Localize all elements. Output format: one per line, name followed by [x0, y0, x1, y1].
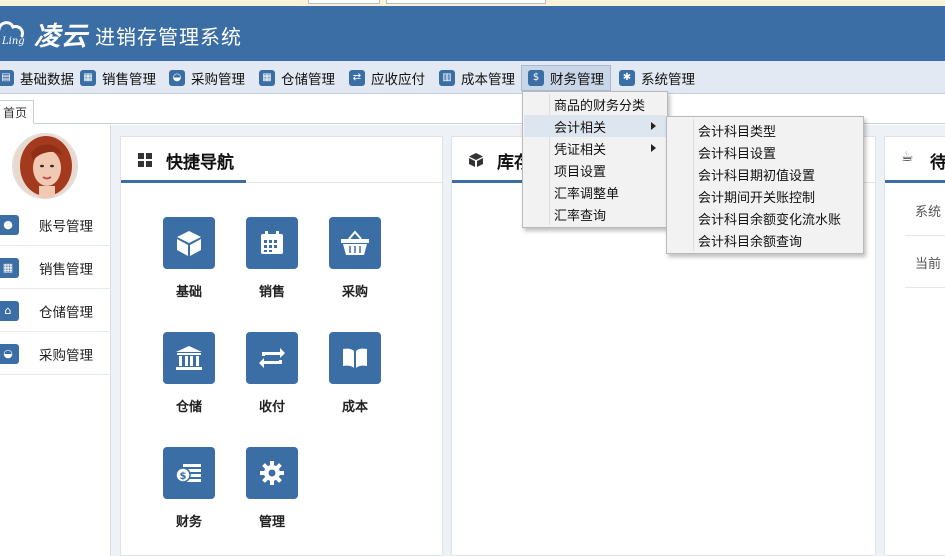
- menu-item-account-settings[interactable]: 会计科目设置: [668, 141, 862, 163]
- main-menu-bar: ▤ 基础数据 ▦ 销售管理 ◒ 采购管理 ▦ 仓储管理 ⇄ 应收应付 ▥ 成本管…: [0, 61, 945, 94]
- grid-icon: [138, 153, 152, 167]
- menu-item-basic-data[interactable]: ▤ 基础数据: [0, 65, 80, 91]
- todo-row: 系统: [915, 205, 942, 220]
- menu-item-period-control[interactable]: 会计期间开关账控制: [668, 185, 862, 207]
- user-icon: ●: [0, 214, 19, 235]
- menu-item-opening-balance[interactable]: 会计科目期初值设置: [668, 163, 862, 185]
- quick-tile-finance[interactable]: $: [163, 447, 215, 499]
- menu-item-balance-journal[interactable]: 会计科目余额变化流水账: [668, 207, 862, 229]
- quick-tile-label: 财务: [175, 515, 202, 530]
- quick-tile-sales[interactable]: [246, 217, 298, 269]
- menu-item-balance-query[interactable]: 会计科目余额查询: [668, 229, 862, 251]
- svg-text:$: $: [180, 471, 187, 482]
- calendar-icon: ▦: [0, 257, 19, 278]
- calendar-icon: ▦: [80, 70, 96, 86]
- submenu-arrow-icon: [651, 122, 656, 130]
- gear-icon: [260, 461, 284, 485]
- sidebar-item-sales[interactable]: ▦ 销售管理: [0, 247, 111, 289]
- avatar[interactable]: [12, 133, 78, 199]
- quick-tile-label: 仓储: [175, 400, 202, 415]
- quick-tile-cost[interactable]: [329, 332, 381, 384]
- gear-icon: ✱: [619, 70, 635, 86]
- menu-item-exchange-query[interactable]: 汇率查询: [524, 203, 666, 225]
- quick-nav-header: 快捷导航: [121, 137, 442, 183]
- quick-tile-label: 成本: [341, 400, 368, 415]
- menu-item-receivable-payable[interactable]: ⇄ 应收应付: [343, 65, 431, 91]
- menu-item-sales[interactable]: ▦ 销售管理: [74, 65, 162, 91]
- menu-item-goods-finance-category[interactable]: 商品的财务分类: [524, 93, 666, 115]
- quick-tile-basic[interactable]: [163, 217, 215, 269]
- quick-nav-panel: 快捷导航 基础 销售 采购 仓储 收付 成本 $ 财务 管理: [120, 136, 443, 556]
- database-icon: ▤: [0, 70, 14, 86]
- user-sidebar: ● 账号管理 ▦ 销售管理 ⌂ 仓储管理 ◒ 采购管理: [0, 125, 111, 556]
- menu-item-voucher[interactable]: 凭证相关: [524, 137, 666, 159]
- exchange-icon: [259, 348, 285, 368]
- header-underline: [121, 180, 246, 183]
- quick-nav-title: 快捷导航: [166, 153, 234, 173]
- cube-icon: [469, 153, 483, 167]
- todo-row: 当前: [915, 257, 942, 272]
- quick-tile-payments[interactable]: [246, 332, 298, 384]
- accounting-submenu: 会计科目类型 会计科目设置 会计科目期初值设置 会计期间开关账控制 会计科目余额…: [666, 116, 864, 254]
- sidebar-item-account[interactable]: ● 账号管理: [0, 204, 111, 246]
- book-icon: ▥: [439, 70, 455, 86]
- submenu-arrow-icon: [651, 144, 656, 152]
- bank-icon: ⌂: [0, 300, 19, 321]
- basket-icon: ◒: [0, 343, 19, 364]
- app-title: 进销存管理系统: [95, 25, 242, 49]
- money-icon: $: [175, 464, 201, 483]
- basket-icon: ◒: [169, 70, 185, 86]
- logo-small-text: Ling: [2, 36, 25, 47]
- app-header: Ling 凌云 进销存管理系统: [0, 6, 945, 61]
- quick-tile-label: 销售: [258, 285, 285, 300]
- sidebar-item-purchase[interactable]: ◒ 采购管理: [0, 333, 111, 375]
- quick-tile-warehouse[interactable]: [163, 332, 215, 384]
- menu-item-account-type[interactable]: 会计科目类型: [668, 119, 862, 141]
- cube-icon: [177, 231, 201, 256]
- coffee-icon: ☕: [901, 149, 914, 165]
- menu-item-finance[interactable]: $ 财务管理: [521, 65, 611, 91]
- finance-dropdown-menu: 商品的财务分类 会计相关 凭证相关 项目设置 汇率调整单 汇率查询: [522, 91, 668, 228]
- sidebar-item-warehouse[interactable]: ⌂ 仓储管理: [0, 290, 111, 332]
- todo-header: ☕ 待: [885, 137, 945, 183]
- quick-tile-purchase[interactable]: [329, 217, 381, 269]
- logo-brand: 凌云: [34, 22, 89, 52]
- exchange-icon: ⇄: [349, 70, 365, 86]
- quick-tile-label: 采购: [341, 285, 368, 300]
- avatar-portrait-icon: [13, 134, 77, 198]
- menu-item-warehouse[interactable]: ▦ 仓储管理: [253, 65, 341, 91]
- quick-tile-label: 管理: [258, 515, 285, 530]
- menu-item-project-settings[interactable]: 项目设置: [524, 159, 666, 181]
- browser-tab[interactable]: [386, 0, 546, 4]
- tab-home[interactable]: 首页: [0, 100, 34, 124]
- browser-tab[interactable]: [308, 0, 380, 4]
- menu-item-system[interactable]: ✱ 系统管理: [613, 65, 701, 91]
- basket-icon: [341, 230, 369, 255]
- book-icon: [343, 348, 367, 368]
- divider: [905, 235, 945, 236]
- menu-item-purchase[interactable]: ◒ 采购管理: [163, 65, 251, 91]
- money-icon: $: [528, 70, 544, 86]
- quick-tile-label: 收付: [258, 400, 285, 415]
- bank-icon: [176, 346, 202, 370]
- divider: [905, 287, 945, 288]
- quick-tile-label: 基础: [175, 285, 202, 300]
- calendar-icon: ▦: [259, 70, 275, 86]
- header-underline: [452, 180, 532, 183]
- menu-item-cost[interactable]: ▥ 成本管理: [433, 65, 521, 91]
- header-underline: [885, 180, 945, 183]
- todo-title: 待: [930, 153, 945, 173]
- menu-item-exchange-adjust[interactable]: 汇率调整单: [524, 181, 666, 203]
- menu-item-accounting[interactable]: 会计相关: [524, 115, 666, 137]
- todo-panel: ☕ 待 系统 当前: [884, 136, 945, 556]
- calendar-icon: [261, 231, 283, 254]
- quick-tile-admin[interactable]: [246, 447, 298, 499]
